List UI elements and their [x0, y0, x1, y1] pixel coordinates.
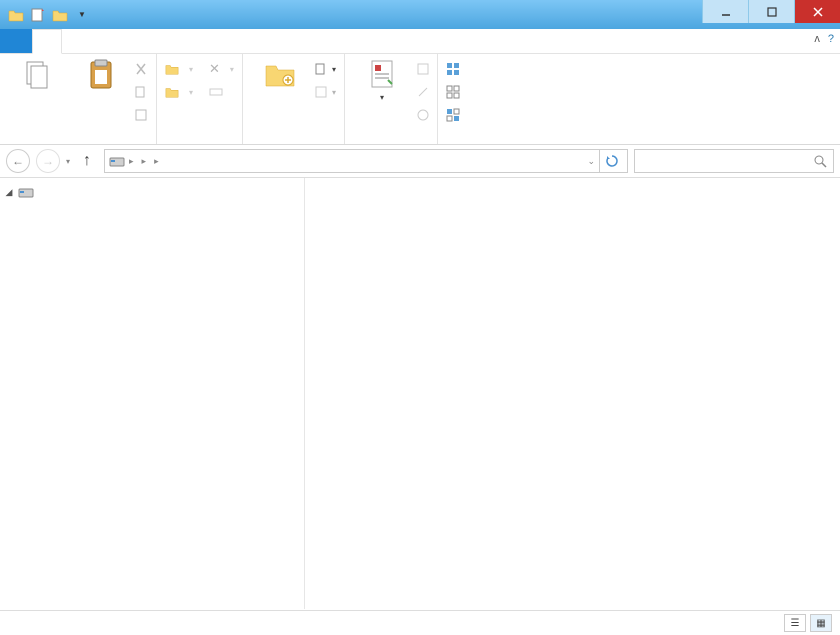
clipboard-group	[0, 54, 157, 144]
share-tab[interactable]	[62, 29, 90, 53]
history-dropdown-icon[interactable]: ▾	[66, 157, 70, 166]
home-tab[interactable]	[32, 29, 62, 54]
search-input[interactable]	[634, 149, 834, 173]
ribbon: ▾ ▾ ✕▾ ▾ ▾	[0, 54, 840, 145]
qat-dropdown-icon[interactable]: ▼	[72, 6, 92, 24]
close-button[interactable]	[794, 0, 840, 23]
rename-button[interactable]	[209, 81, 234, 103]
new-item-button[interactable]: ▾	[315, 58, 336, 80]
titlebar: ▼	[0, 0, 840, 29]
file-tab[interactable]	[0, 29, 32, 53]
copy-path-button[interactable]	[134, 81, 148, 103]
maximize-button[interactable]	[748, 0, 794, 23]
paste-shortcut-button[interactable]	[134, 104, 148, 126]
ribbon-collapse[interactable]: ʌ ?	[814, 33, 834, 45]
navbar: ← → ▾ ↑ ▸ ▸ ▸ ⌄	[0, 145, 840, 178]
quick-access-toolbar: ▼	[0, 6, 92, 24]
icons-view-button[interactable]: ▦	[810, 614, 832, 632]
search-icon	[814, 155, 827, 168]
history-button[interactable]	[417, 104, 429, 126]
new-folder-icon[interactable]	[50, 6, 70, 24]
copy-button[interactable]	[8, 58, 66, 93]
copy-to-button[interactable]: ▾	[165, 81, 193, 103]
organize-group: ▾ ▾ ✕▾	[157, 54, 243, 144]
cut-button[interactable]	[134, 58, 148, 80]
properties-button[interactable]: ▾	[353, 58, 411, 102]
view-tab[interactable]	[90, 29, 118, 53]
folder-icon[interactable]	[6, 6, 26, 24]
address-dropdown-icon[interactable]: ⌄	[587, 156, 595, 167]
chevron-right-icon[interactable]: ▸	[129, 156, 134, 167]
properties-icon[interactable]	[28, 6, 48, 24]
help-icon[interactable]: ?	[828, 33, 834, 45]
window-controls	[702, 0, 840, 23]
forward-button[interactable]: →	[36, 149, 60, 173]
up-button[interactable]: ↑	[76, 150, 98, 172]
select-group	[438, 54, 473, 144]
refresh-button[interactable]	[599, 150, 623, 172]
new-folder-button[interactable]	[251, 58, 309, 93]
easy-access-button[interactable]: ▾	[315, 81, 336, 103]
chevron-right-icon[interactable]: ▸	[142, 156, 147, 167]
details-view-button[interactable]: ☰	[784, 614, 806, 632]
chevron-right-icon[interactable]: ▸	[154, 156, 159, 167]
delete-button[interactable]: ✕▾	[209, 58, 234, 80]
file-pane[interactable]	[305, 178, 840, 609]
invert-selection-button[interactable]	[446, 104, 465, 126]
move-to-button[interactable]: ▾	[165, 58, 193, 80]
body: ◢	[0, 178, 840, 609]
edit-button[interactable]	[417, 81, 429, 103]
drive-icon	[109, 154, 125, 168]
new-group: ▾ ▾	[243, 54, 345, 144]
collapse-icon[interactable]: ◢	[4, 187, 14, 198]
view-switch: ☰ ▦	[784, 614, 832, 632]
select-none-button[interactable]	[446, 81, 465, 103]
open-button[interactable]	[417, 58, 429, 80]
status-bar: ☰ ▦	[0, 610, 840, 635]
back-button[interactable]: ←	[6, 149, 30, 173]
paste-button[interactable]	[72, 58, 130, 93]
address-bar[interactable]: ▸ ▸ ▸ ⌄	[104, 149, 628, 173]
open-group: ▾	[345, 54, 438, 144]
folder-tree[interactable]: ◢	[0, 178, 305, 609]
chevron-up-icon: ʌ	[814, 33, 820, 45]
select-all-button[interactable]	[446, 58, 465, 80]
tree-root[interactable]: ◢	[0, 182, 304, 202]
ribbon-tabs: ʌ ?	[0, 29, 840, 54]
minimize-button[interactable]	[702, 0, 748, 23]
